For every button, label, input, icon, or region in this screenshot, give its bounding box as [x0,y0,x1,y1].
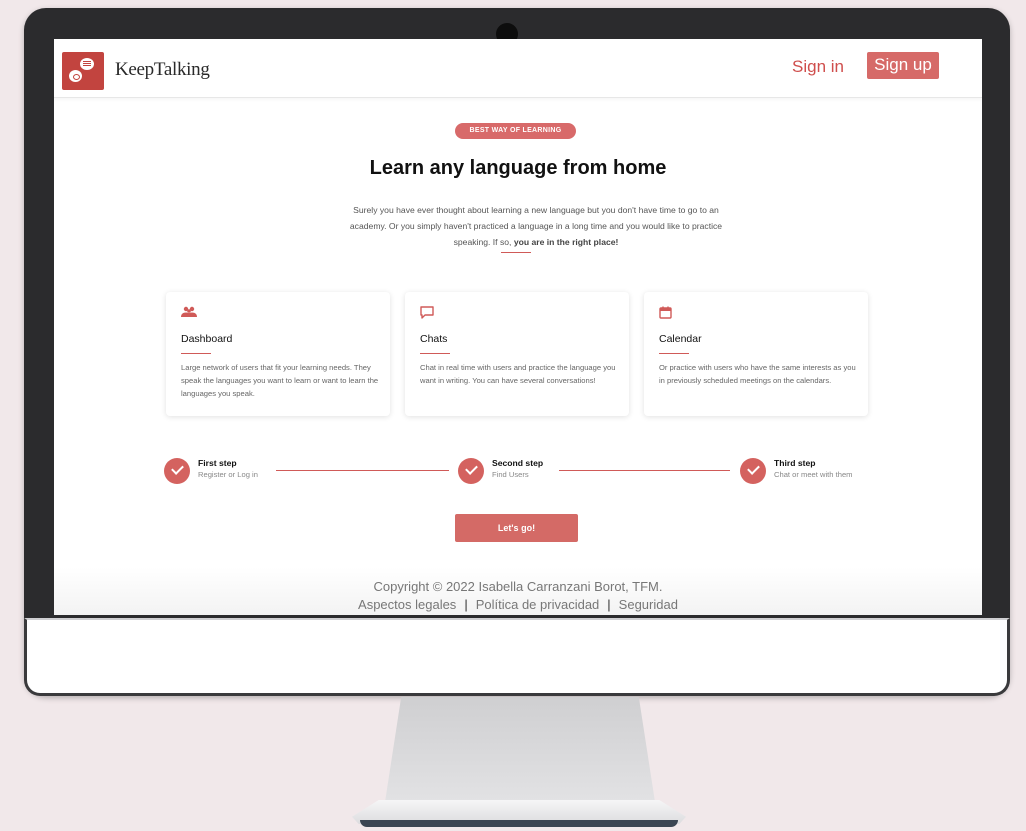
link-separator: | [607,597,611,612]
footer-links: Aspectos legales | Política de privacidad |… [54,597,982,612]
feature-description: Large network of users that fit your lea… [181,363,379,398]
feature-title: Dashboard [181,333,233,345]
check-icon [458,458,484,484]
security-link[interactable]: Seguridad [619,597,678,612]
feature-title: Calendar [659,333,702,345]
monitor-base-edge [360,820,678,827]
feature-title: Chats [420,333,448,345]
navbar: KeepTalking Sign in Sign up [54,39,982,98]
step-subtitle: Register or Log in [198,470,258,479]
feature-divider [659,353,689,354]
privacy-policy-link[interactable]: Política de privacidad [476,597,600,612]
browser-screen: KeepTalking Sign in Sign up BEST WAY OF … [54,39,982,615]
feature-description: Chat in real time with users and practic… [420,363,616,385]
chat-icon [420,306,434,322]
hero-description-highlight: you are in the right place! [513,237,619,247]
step-subtitle: Find Users [492,470,529,479]
step-connector [559,470,730,471]
feature-card-chats: Chats Chat in real time with users and p… [405,292,629,416]
lets-go-button[interactable]: Let's go! [455,514,578,542]
legal-link[interactable]: Aspectos legales [358,597,456,612]
logo-icon[interactable] [62,52,104,90]
feature-divider [420,353,450,354]
sign-up-button[interactable]: Sign up [867,52,939,79]
link-separator: | [464,597,468,612]
monitor-chin [24,618,1010,696]
check-icon [740,458,766,484]
hero-description: Surely you have ever thought about learn… [336,202,736,250]
sign-in-link[interactable]: Sign in [792,57,844,77]
step-title: Second step [492,458,544,468]
speech-bubble-icon [80,58,94,70]
speech-bubble-icon [69,70,82,82]
check-icon [164,458,190,484]
hero-title: Learn any language from home [369,157,667,179]
brand-name[interactable]: KeepTalking [115,59,210,81]
feature-description: Or practice with users who have the same… [659,363,856,385]
monitor-stand [385,697,655,802]
step-subtitle: Chat or meet with them [774,470,853,479]
feature-card-calendar: Calendar Or practice with users who have… [644,292,868,416]
step-title: Third step [774,458,816,468]
copyright-text: Copyright © 2022 Isabella Carranzani Bor… [373,579,663,594]
hero-divider [501,252,531,253]
step-title: First step [198,458,237,468]
calendar-icon [659,306,672,322]
feature-card-dashboard: Dashboard Large network of users that fi… [166,292,390,416]
step-connector [276,470,449,471]
hero-badge: BEST WAY OF LEARNING [455,123,576,139]
users-icon [181,306,197,321]
feature-divider [181,353,211,354]
